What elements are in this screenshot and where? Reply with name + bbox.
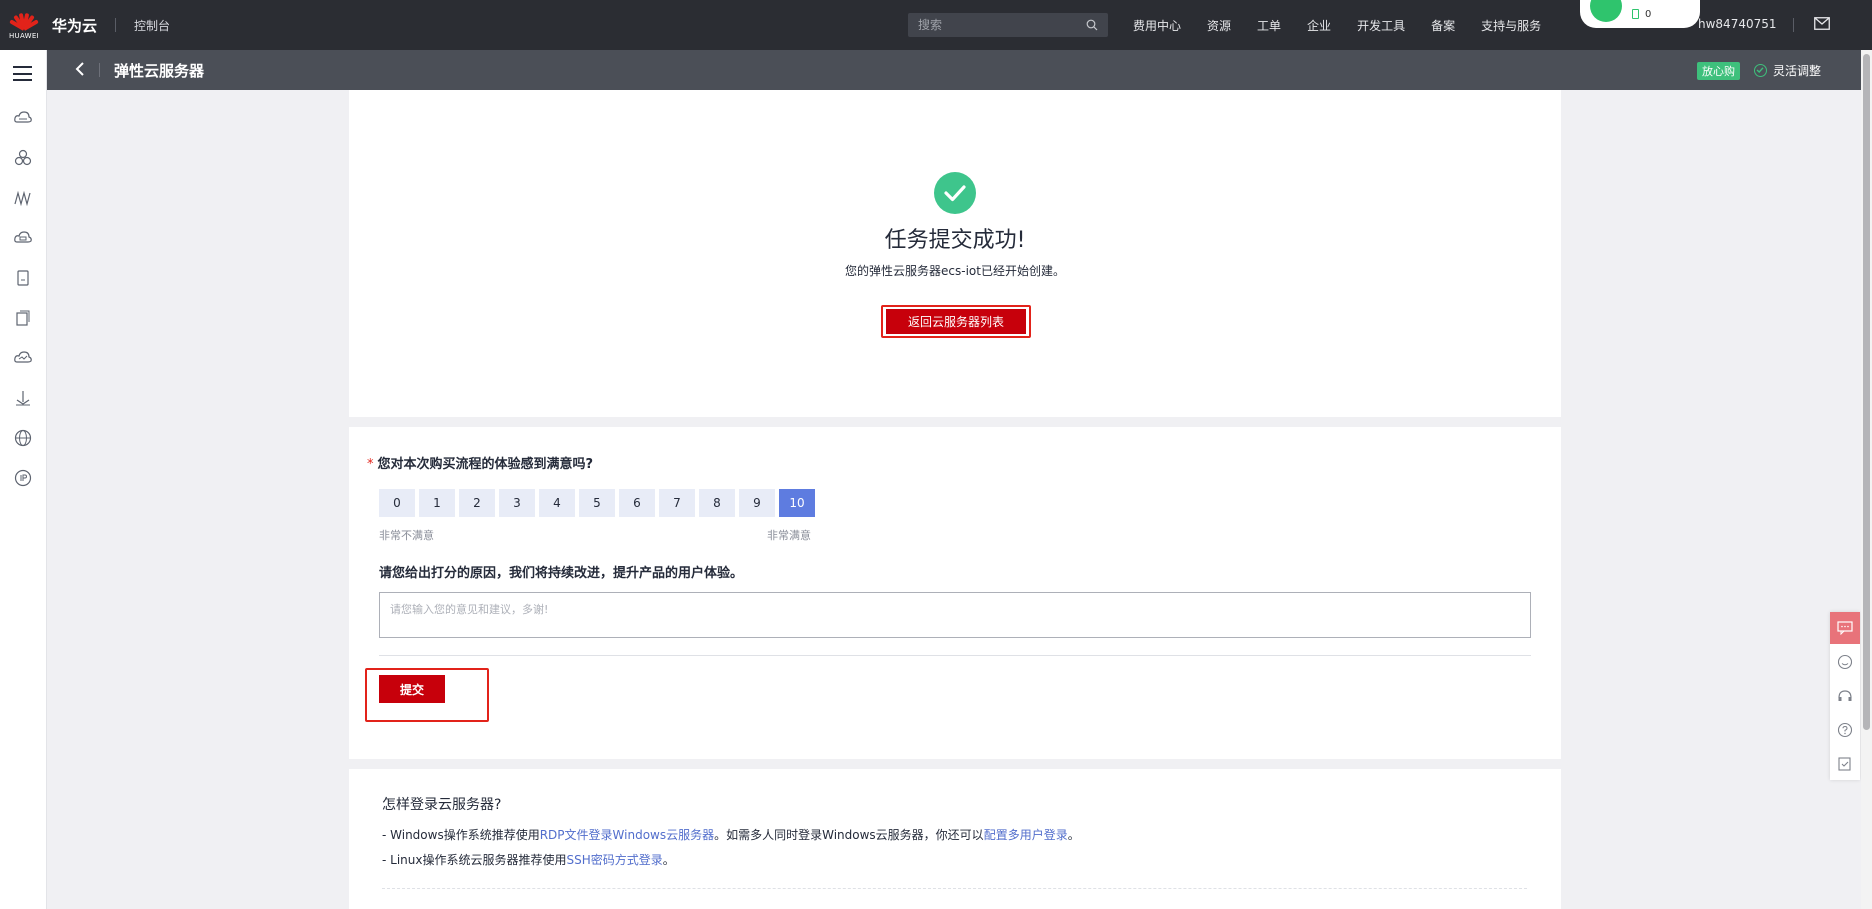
user-account[interactable]: hw84740751 — [1698, 17, 1777, 31]
floating-toolbar — [1830, 612, 1860, 780]
nav-resources[interactable]: 资源 — [1207, 17, 1231, 34]
page-scrollbar[interactable] — [1861, 50, 1872, 909]
linux-guide-text: 。 — [662, 853, 675, 867]
reason-title: 请您给出打分的原因，我们将持续改进，提升产品的用户体验。 — [379, 566, 744, 581]
search-input[interactable] — [918, 18, 1086, 32]
deploy-icon[interactable] — [13, 388, 33, 408]
survey-question-text: 您对本次购买流程的体验感到满意吗? — [377, 457, 594, 472]
popup-count: 0 — [1645, 8, 1652, 20]
guide-title: 怎样登录云服务器? — [382, 797, 502, 813]
survey-tool[interactable] — [1830, 748, 1860, 780]
linux-guide-text: - Linux操作系统云服务器推荐使用 — [382, 853, 567, 867]
top-navigation-bar: HUAWEI 华为云 控制台 费用中心 资源 工单 企业 开发工具 备案 支持与… — [0, 0, 1872, 50]
success-check-icon — [934, 172, 976, 214]
cloud-server-icon[interactable] — [13, 108, 33, 128]
success-card: 任务提交成功! 您的弹性云服务器ecs-iot已经开始创建。 返回云服务器列表 — [349, 90, 1561, 417]
help-tool[interactable] — [1830, 714, 1860, 746]
brand-name[interactable]: 华为云 — [52, 15, 97, 36]
nav-support[interactable]: 支持与服务 — [1481, 17, 1541, 34]
score-option[interactable]: 6 — [619, 489, 655, 517]
divider — [379, 655, 1531, 656]
network-icon[interactable] — [13, 188, 33, 208]
worry-free-badge: 放心购 — [1697, 62, 1740, 80]
storage-icon[interactable] — [13, 308, 33, 328]
huawei-petals-icon — [9, 11, 39, 31]
help-icon — [1837, 722, 1853, 738]
menu-icon[interactable] — [13, 66, 32, 81]
flexible-adjust-label: 灵活调整 — [1773, 64, 1822, 78]
nav-enterprise[interactable]: 企业 — [1307, 17, 1331, 34]
score-label-low: 非常不满意 — [379, 529, 434, 542]
cluster-icon[interactable] — [13, 148, 33, 168]
survey-question: * 您对本次购买流程的体验感到满意吗? — [367, 453, 593, 472]
login-guide-card: 怎样登录云服务器? - Windows操作系统推荐使用RDP文件登录Window… — [349, 769, 1561, 909]
score-option[interactable]: 9 — [739, 489, 775, 517]
console-link[interactable]: 控制台 — [134, 17, 170, 34]
scrollbar-thumb[interactable] — [1863, 54, 1870, 730]
feedback-tool[interactable] — [1830, 612, 1860, 644]
score-option-selected[interactable]: 10 — [779, 489, 815, 517]
top-nav: 费用中心 资源 工单 企业 开发工具 备案 支持与服务 — [1120, 0, 1554, 50]
edit-checklist-icon — [1838, 757, 1851, 771]
success-description: 您的弹性云服务器ecs-iot已经开始创建。 — [845, 264, 1065, 278]
windows-guide-line: - Windows操作系统推荐使用RDP文件登录Windows云服务器。如需多人… — [382, 826, 1080, 843]
nav-filing[interactable]: 备案 — [1431, 17, 1455, 34]
mail-icon[interactable] — [1814, 17, 1830, 30]
database-icon[interactable] — [13, 268, 33, 288]
ssh-login-link[interactable]: SSH密码方式登录 — [566, 853, 662, 867]
divider — [99, 63, 100, 77]
cloud-disk-icon[interactable] — [13, 228, 33, 248]
page-header: 弹性云服务器 放心购 灵活调整 — [47, 50, 1861, 90]
submit-button[interactable]: 提交 — [379, 675, 445, 703]
score-option[interactable]: 4 — [539, 489, 575, 517]
flexible-adjust-link[interactable]: 灵活调整 — [1754, 62, 1821, 79]
search-box[interactable] — [908, 13, 1108, 37]
nav-dev-tools[interactable]: 开发工具 — [1357, 17, 1405, 34]
score-option[interactable]: 3 — [499, 489, 535, 517]
globe-icon[interactable] — [13, 428, 33, 448]
headset-icon — [1838, 690, 1852, 701]
survey-card: * 您对本次购买流程的体验感到满意吗? 0 1 2 3 4 5 6 7 8 9 1… — [349, 427, 1561, 759]
linux-guide-line: - Linux操作系统云服务器推荐使用SSH密码方式登录。 — [382, 851, 675, 868]
battery-icon — [1632, 9, 1639, 19]
score-option[interactable]: 0 — [379, 489, 415, 517]
score-label-high: 非常满意 — [767, 529, 811, 542]
left-sidebar — [0, 50, 47, 909]
divider — [115, 18, 117, 32]
windows-guide-text: - Windows操作系统推荐使用 — [382, 828, 540, 842]
divider — [382, 888, 1527, 889]
cloud-monitor-icon[interactable] — [13, 348, 33, 368]
nav-billing[interactable]: 费用中心 — [1133, 17, 1181, 34]
support-tool[interactable] — [1830, 680, 1860, 712]
success-title: 任务提交成功! — [884, 228, 1026, 253]
rdp-login-link[interactable]: RDP文件登录Windows云服务器 — [540, 828, 714, 842]
score-selector: 0 1 2 3 4 5 6 7 8 9 10 — [379, 489, 819, 517]
smile-icon — [1837, 654, 1853, 670]
page-title: 弹性云服务器 — [114, 61, 205, 80]
network-status-popup[interactable]: 0 — [1580, 0, 1700, 28]
multi-user-login-link[interactable]: 配置多用户登录 — [984, 828, 1068, 842]
nav-tickets[interactable]: 工单 — [1257, 17, 1281, 34]
score-option[interactable]: 2 — [459, 489, 495, 517]
required-asterisk: * — [367, 457, 374, 472]
windows-guide-text: 。如需多人同时登录Windows云服务器，你还可以 — [714, 828, 984, 842]
windows-guide-text: 。 — [1067, 828, 1080, 842]
score-option[interactable]: 7 — [659, 489, 695, 517]
check-circle-icon — [1754, 64, 1767, 77]
score-option[interactable]: 5 — [579, 489, 615, 517]
score-option[interactable]: 1 — [419, 489, 455, 517]
feedback-textarea[interactable] — [379, 592, 1531, 638]
chat-icon — [1837, 621, 1853, 635]
logo-text: HUAWEI — [8, 31, 39, 40]
huawei-logo[interactable]: HUAWEI — [0, 0, 48, 50]
wifi-icon — [1590, 0, 1622, 22]
customer-service-tool[interactable] — [1830, 646, 1860, 678]
ip-icon[interactable] — [13, 468, 33, 488]
back-to-server-list-button[interactable]: 返回云服务器列表 — [886, 309, 1026, 334]
score-option[interactable]: 8 — [699, 489, 735, 517]
divider — [1793, 18, 1794, 32]
back-arrow-icon[interactable] — [75, 60, 89, 81]
search-icon[interactable] — [1086, 19, 1098, 31]
